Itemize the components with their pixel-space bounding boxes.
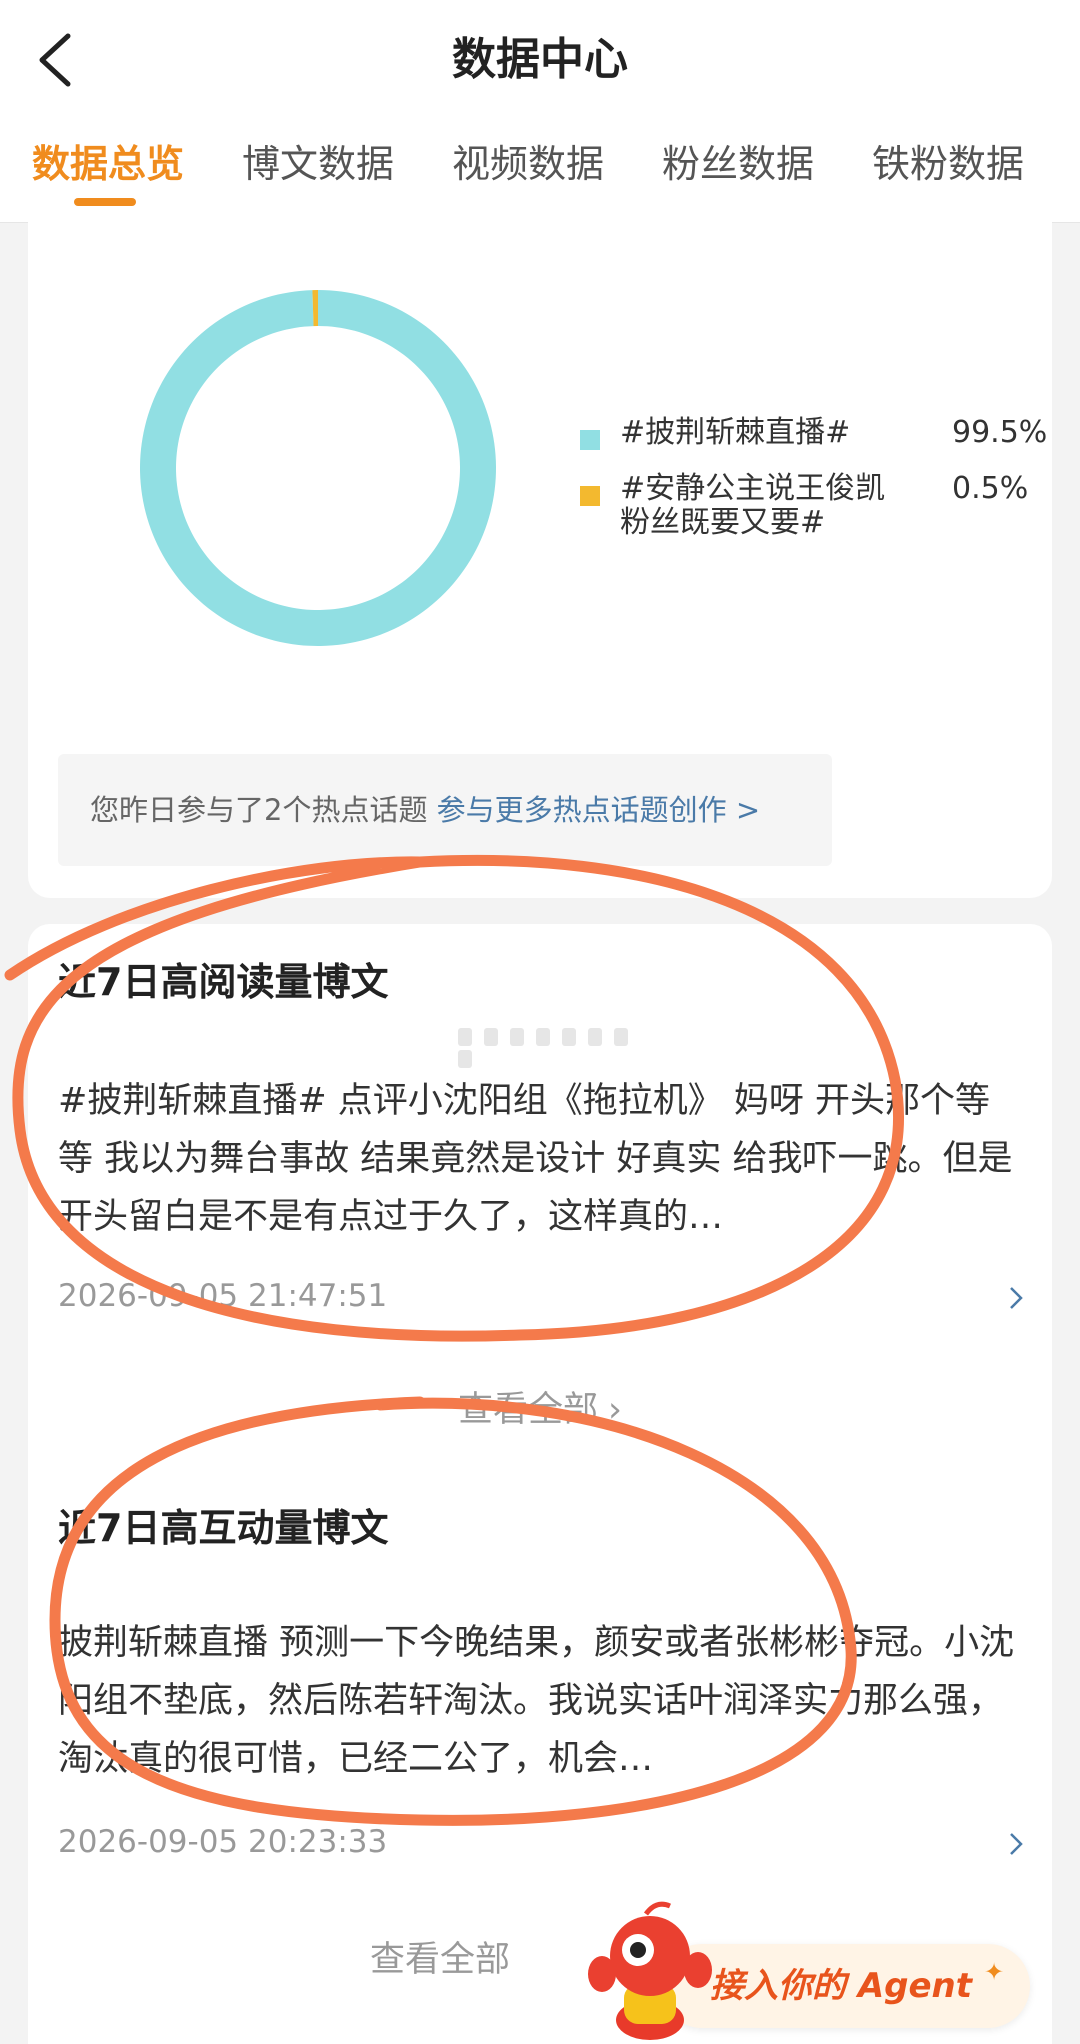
- sparkle-icon: ✦: [984, 1958, 1005, 1986]
- tab-video-data[interactable]: 视频数据: [452, 132, 604, 196]
- tab-fan-data[interactable]: 粉丝数据: [662, 132, 814, 196]
- section-title-top-read: 近7日高阅读量博文: [58, 960, 389, 1004]
- tab-iron-fan-data[interactable]: 铁粉数据: [872, 132, 1024, 196]
- chevron-right-icon[interactable]: [1006, 1284, 1026, 1312]
- legend-item: #安静公主说王俊凯粉丝既要又要# 0.5%: [580, 472, 1050, 544]
- view-all-label: 查看全部: [457, 1390, 598, 1430]
- chevron-right-icon[interactable]: [1006, 1830, 1026, 1858]
- legend-swatch: [580, 430, 600, 450]
- top-interact-post-time: 2026-09-05 20:23:33: [58, 1824, 388, 1860]
- tab-post-data[interactable]: 博文数据: [242, 132, 394, 196]
- legend-swatch: [580, 486, 600, 506]
- donut-slice: [140, 290, 496, 646]
- chevron-right-icon: ›: [608, 1390, 622, 1430]
- view-all-label: 查看全部: [369, 1940, 510, 1980]
- top-read-post-time: 2026-09-05 21:47:51: [58, 1278, 388, 1314]
- hot-topic-hint: 您昨日参与了2个热点话题 参与更多热点话题创作 >: [58, 754, 832, 866]
- topic-donut-chart: [140, 290, 496, 646]
- agent-entry-button[interactable]: 接入你的 Agent ✦: [660, 1944, 1030, 2028]
- top-posts-card: 近7日高阅读量博文 #披荆斩棘直播# 点评小沈阳组《拖拉机》 妈呀 开头那个等等…: [28, 924, 1052, 2044]
- blurred-placeholder: [458, 1028, 648, 1068]
- agent-entry-label: 接入你的 Agent: [710, 1966, 973, 2006]
- view-all-top-read[interactable]: 查看全部 ›: [28, 1384, 1052, 1436]
- legend-percent: 99.5%: [952, 415, 1048, 450]
- tab-overview[interactable]: 数据总览: [32, 132, 184, 196]
- section-title-top-interact: 近7日高互动量博文: [58, 1506, 389, 1550]
- page-title: 数据中心: [452, 34, 628, 85]
- top-bar: 数据中心 数据总览 博文数据 视频数据 粉丝数据 铁粉数据: [0, 0, 1080, 223]
- chart-legend: #披荆斩棘直播# 99.5% #安静公主说王俊凯粉丝既要又要# 0.5%: [580, 416, 1050, 544]
- topic-share-card: #披荆斩棘直播# 99.5% #安静公主说王俊凯粉丝既要又要# 0.5% 您昨日…: [28, 222, 1052, 898]
- legend-item: #披荆斩棘直播# 99.5%: [580, 416, 1050, 472]
- legend-label: #披荆斩棘直播#: [620, 415, 851, 450]
- top-interact-post-text[interactable]: 披荆斩棘直播 预测一下今晚结果，颜安或者张彬彬夺冠。小沈阳组不垫底，然后陈若轩淘…: [58, 1614, 1024, 1788]
- lobster-mascot-icon[interactable]: [586, 1900, 714, 2044]
- legend-label: #安静公主说王俊凯粉丝既要又要#: [620, 471, 886, 540]
- tab-bar: 数据总览 博文数据 视频数据 粉丝数据 铁粉数据: [0, 132, 1080, 212]
- legend-percent: 0.5%: [952, 471, 1029, 506]
- active-tab-indicator: [74, 198, 136, 206]
- top-read-post-text[interactable]: #披荆斩棘直播# 点评小沈阳组《拖拉机》 妈呀 开头那个等等 我以为舞台事故 结…: [58, 1072, 1024, 1246]
- more-topics-link[interactable]: 参与更多热点话题创作 >: [437, 793, 761, 827]
- hint-text: 您昨日参与了2个热点话题: [90, 793, 428, 827]
